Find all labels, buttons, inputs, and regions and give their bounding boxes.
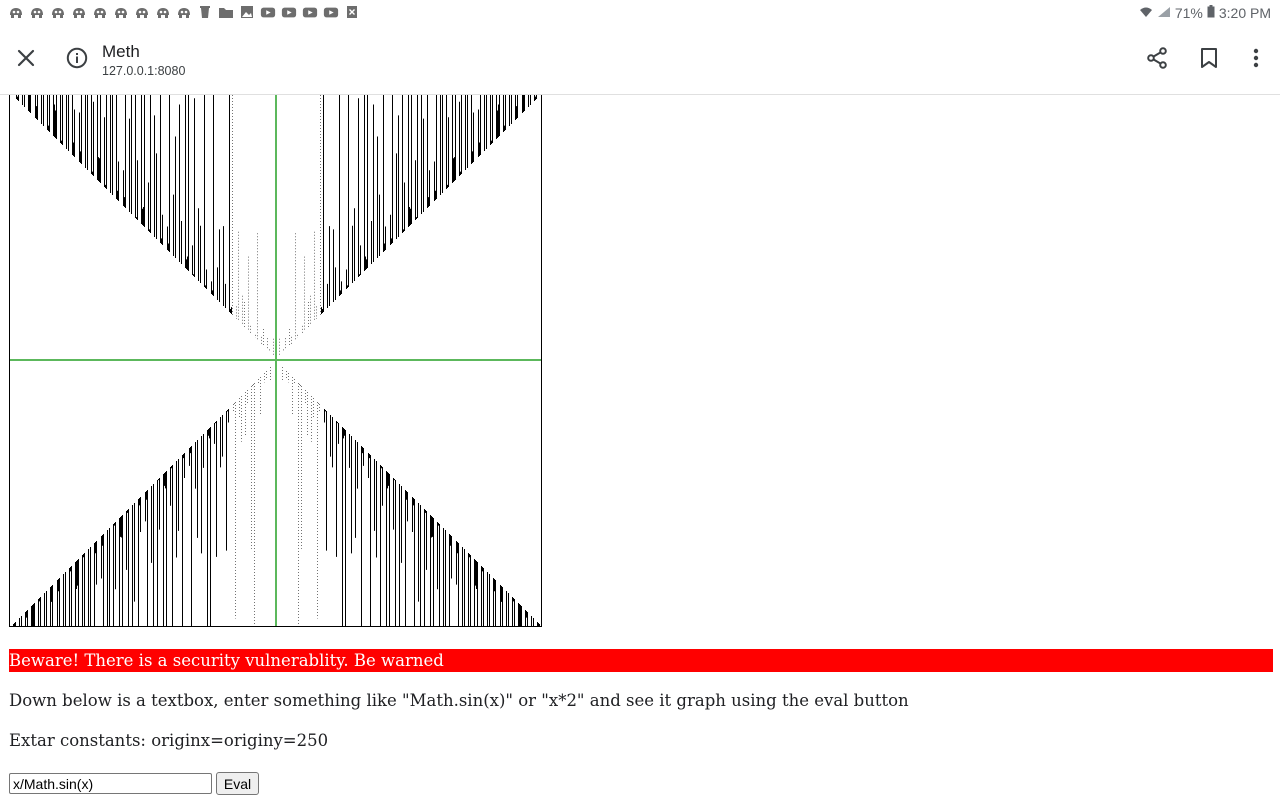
page-url: 127.0.0.1:8080 xyxy=(102,64,186,78)
close-box-icon xyxy=(344,5,360,19)
close-icon xyxy=(17,49,35,72)
battery-icon xyxy=(1207,5,1215,21)
signal-icon xyxy=(1157,5,1171,21)
close-tab-button[interactable] xyxy=(6,40,46,80)
page-title: Meth xyxy=(102,42,140,61)
app-icon xyxy=(155,5,171,19)
instructions-text: Down below is a textbox, enter something… xyxy=(9,691,909,710)
custom-tab-toolbar: Meth 127.0.0.1:8080 xyxy=(0,28,1280,95)
page-content: Beware! There is a security vulnerablity… xyxy=(9,95,1273,800)
app-icon xyxy=(92,5,108,19)
expression-input[interactable] xyxy=(9,773,212,794)
bookmark-icon xyxy=(1200,47,1218,74)
image-icon xyxy=(239,5,255,19)
status-right: 71% 3:20 PM xyxy=(1139,5,1271,21)
title-block: Meth 127.0.0.1:8080 xyxy=(102,42,185,80)
eval-button[interactable]: Eval xyxy=(216,772,259,795)
youtube-icon xyxy=(302,5,318,19)
constants-text: Extar constants: originx=originy=250 xyxy=(9,731,329,750)
graph-canvas xyxy=(9,95,542,627)
youtube-icon xyxy=(260,5,276,19)
notification-icons xyxy=(8,5,360,19)
youtube-icon xyxy=(281,5,297,19)
app-icon xyxy=(50,5,66,19)
app-icon xyxy=(134,5,150,19)
app-icon xyxy=(176,5,192,19)
site-info-button[interactable] xyxy=(57,40,97,80)
app-icon xyxy=(8,5,24,19)
bookmark-button[interactable] xyxy=(1189,40,1229,80)
graph-plot xyxy=(10,95,541,626)
cup-icon xyxy=(197,5,213,19)
info-icon xyxy=(66,47,88,74)
folder-icon xyxy=(218,5,234,19)
status-bar: 71% 3:20 PM xyxy=(0,0,1280,28)
app-icon xyxy=(113,5,129,19)
security-warning: Beware! There is a security vulnerablity… xyxy=(9,649,1273,672)
youtube-icon xyxy=(323,5,339,19)
share-icon xyxy=(1146,46,1168,74)
share-button[interactable] xyxy=(1137,40,1177,80)
app-icon xyxy=(71,5,87,19)
more-options-button[interactable] xyxy=(1236,40,1276,80)
more-vert-icon xyxy=(1253,48,1259,73)
app-icon xyxy=(29,5,45,19)
battery-percent: 71% xyxy=(1174,5,1203,21)
wifi-icon xyxy=(1139,5,1153,21)
clock: 3:20 PM xyxy=(1218,5,1271,21)
